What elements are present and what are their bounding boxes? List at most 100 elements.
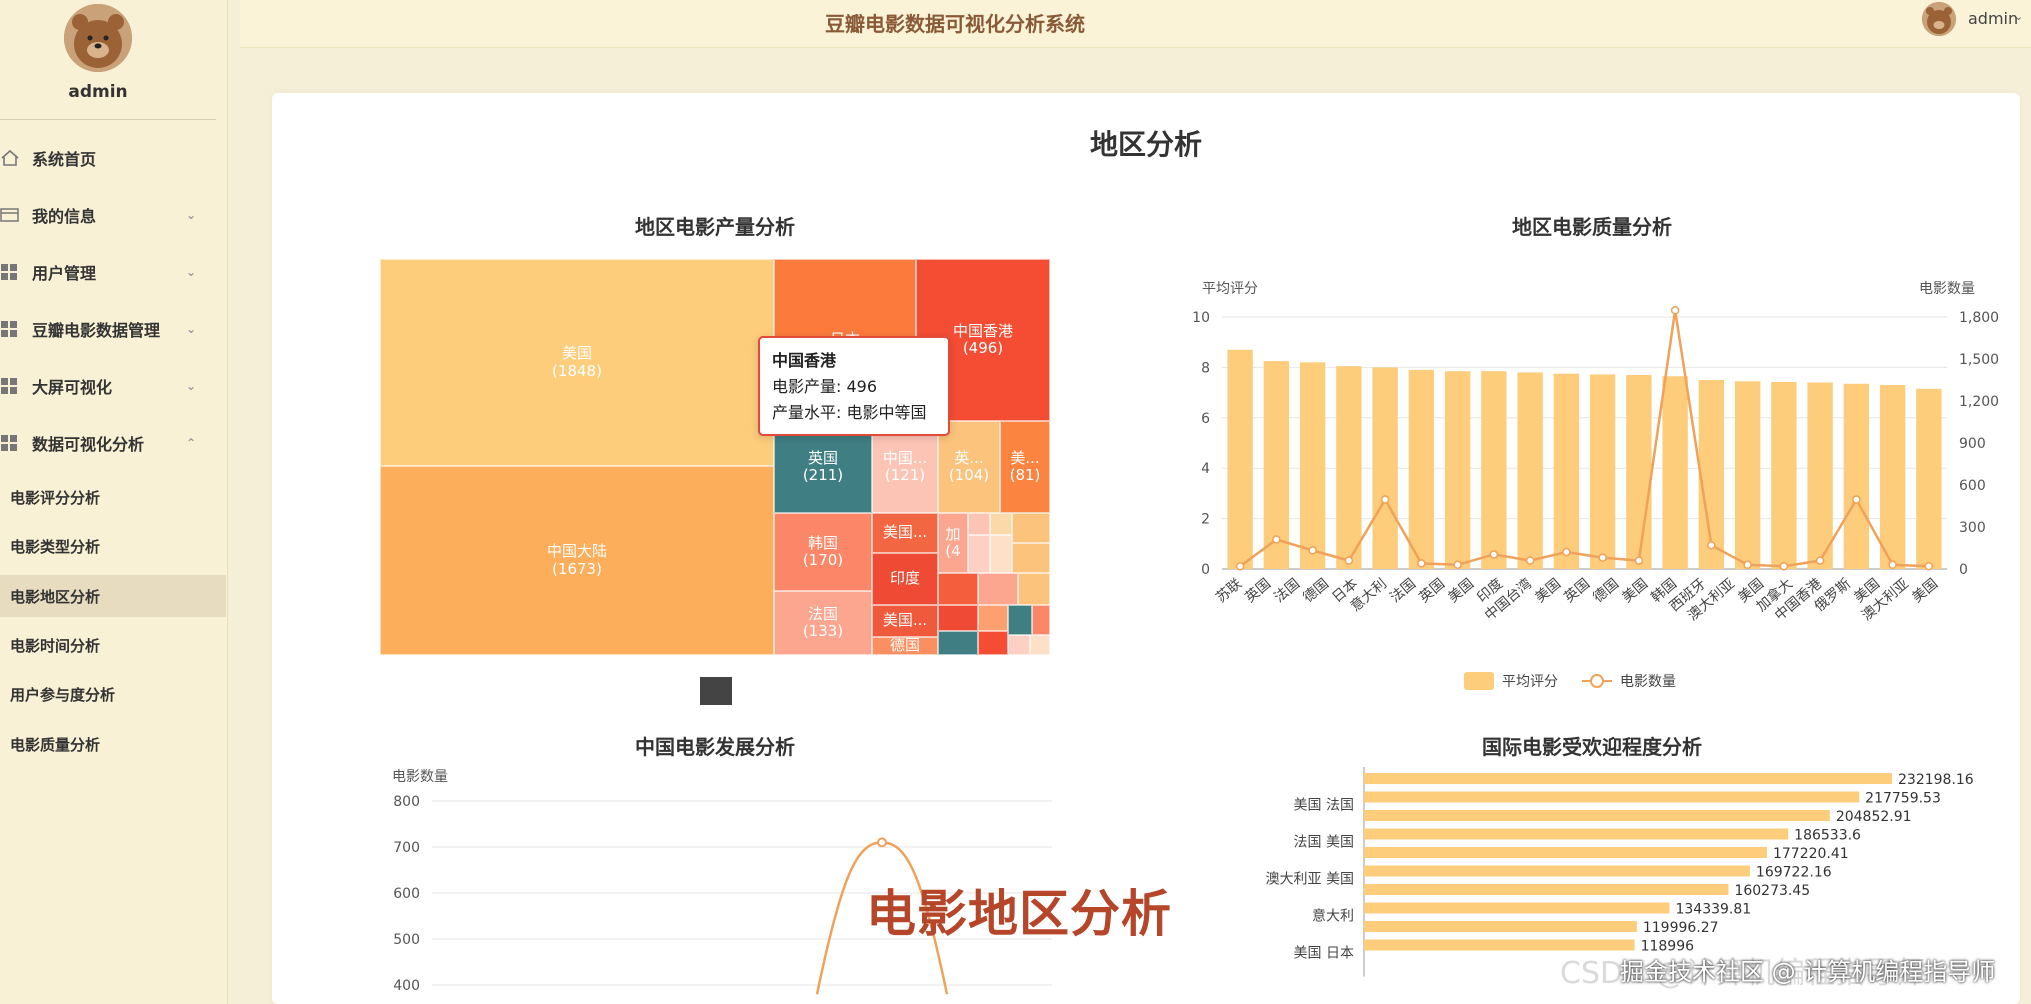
user-menu-chevron-icon[interactable]: ⌄	[2014, 10, 2023, 23]
menu-item-my-info[interactable]: 我的信息 ⌄	[0, 195, 200, 235]
treemap-cell[interactable]: 美... (81)	[1000, 421, 1050, 513]
legend-line-marker	[1590, 674, 1604, 688]
treemap-cell[interactable]: 中国大陆 (1673)	[380, 466, 774, 655]
treemap-cell-value: (4	[945, 542, 961, 560]
treemap-cell[interactable]: 法国 (133)	[774, 591, 872, 655]
treemap-cell-label: 英国	[807, 448, 838, 467]
treemap-cell-small[interactable]	[938, 573, 978, 605]
submenu-engagement-analysis[interactable]: 用户参与度分析	[0, 673, 226, 715]
count-point	[1417, 559, 1426, 568]
submenu-quality-analysis[interactable]: 电影质量分析	[0, 723, 226, 765]
menu-item-user-management[interactable]: 用户管理 ⌄	[0, 252, 200, 292]
treemap-cell-small[interactable]	[1012, 543, 1050, 573]
treemap-cell-small[interactable]	[1032, 605, 1050, 635]
avatar[interactable]	[64, 4, 132, 72]
treemap-cell-value: (1848)	[552, 361, 602, 380]
treemap-cell-value: (1673)	[552, 559, 602, 578]
treemap-cell-value: (170)	[802, 551, 844, 569]
popularity-bar	[1364, 921, 1637, 932]
region-production-treemap: 美国(1848)中国大陆(1673)日本中国香港(496)英国(211)中国..…	[380, 259, 1050, 655]
treemap-cell-value: (104)	[948, 466, 990, 484]
treemap-cell-small[interactable]	[968, 513, 990, 535]
treemap-cell-small[interactable]	[990, 513, 1012, 535]
treemap-breadcrumb-handle[interactable]	[700, 677, 732, 705]
treemap-cell-value: (133)	[802, 622, 844, 640]
submenu-region-analysis[interactable]: 电影地区分析	[0, 575, 226, 617]
count-point	[1489, 550, 1499, 559]
y2-tick-label: 900	[1959, 436, 1986, 452]
quality-bar	[1299, 362, 1326, 569]
y-axis-label: 平均评分	[1202, 281, 1258, 297]
treemap-cell-small[interactable]	[978, 631, 1008, 655]
menu-item-data-analysis[interactable]: 数据可视化分析 ⌃	[0, 423, 200, 463]
treemap-cell[interactable]: 德国	[872, 637, 938, 655]
quality-bar	[1843, 383, 1870, 569]
treemap-cell-small[interactable]	[938, 605, 978, 631]
count-point	[1743, 560, 1752, 570]
y-tick-label: 700	[393, 840, 420, 856]
chevron-down-icon: ⌄	[185, 322, 197, 336]
header-avatar[interactable]	[1922, 2, 1956, 36]
y-tick-label: 600	[393, 886, 420, 902]
treemap-cell-label: 美国	[561, 344, 592, 363]
grid-icon	[0, 377, 22, 395]
treemap-cell-small[interactable]	[1008, 605, 1032, 635]
legend-label: 电影数量	[1620, 674, 1676, 690]
legend-bar-swatch	[1464, 672, 1494, 690]
count-point	[1888, 560, 1897, 570]
tooltip-line-production: 电影产量: 496	[772, 377, 878, 396]
y-tick-label: 2	[1201, 512, 1210, 528]
treemap-cell-small[interactable]	[990, 535, 1012, 573]
x-tick-label: 英国	[1561, 575, 1593, 606]
count-point	[1670, 306, 1680, 315]
count-point	[1924, 561, 1934, 571]
popularity-bar	[1364, 791, 1860, 803]
x-tick-label: 美国	[1619, 576, 1651, 606]
y-tick-label: 4	[1201, 461, 1210, 477]
quality-bar	[1408, 369, 1435, 569]
treemap-cell-small[interactable]	[1030, 635, 1050, 655]
treemap-cell-small[interactable]	[978, 573, 1018, 605]
count-point	[1562, 547, 1571, 557]
home-icon	[0, 149, 22, 167]
treemap-cell-small[interactable]	[938, 631, 978, 655]
count-point	[1272, 535, 1281, 544]
submenu-genre-analysis[interactable]: 电影类型分析	[0, 525, 226, 567]
development-point	[877, 837, 887, 848]
menu-item-douban-data[interactable]: 豆瓣电影数据管理 ⌄	[0, 309, 200, 349]
quality-bar	[1734, 381, 1761, 569]
popularity-bar	[1364, 773, 1892, 784]
main-panel: 地区分析 地区电影产量分析 美国(1848)中国大陆(1673)日本中国香港(4…	[272, 93, 2020, 1004]
treemap-cell-value: (121)	[884, 466, 926, 484]
menu-item-big-screen[interactable]: 大屏可视化 ⌄	[0, 366, 200, 406]
treemap-cell-small[interactable]	[1012, 513, 1050, 543]
y2-tick-label: 300	[1959, 520, 1986, 536]
treemap-cell-small[interactable]	[968, 535, 990, 573]
popularity-bar	[1364, 865, 1750, 877]
treemap-cell-small[interactable]	[1018, 573, 1050, 605]
grid-icon	[0, 320, 22, 338]
quality-bar	[1517, 372, 1543, 569]
quality-bar	[1372, 367, 1398, 569]
count-point	[1344, 556, 1354, 565]
submenu-time-analysis[interactable]: 电影时间分析	[0, 624, 226, 666]
count-point	[1852, 495, 1861, 504]
treemap-cell[interactable]: 韩国 (170)	[774, 513, 872, 591]
menu-item-home[interactable]: 系统首页	[0, 138, 200, 178]
header-username[interactable]: admin	[1968, 9, 2018, 28]
treemap-cell-small[interactable]	[978, 605, 1008, 631]
quality-bar	[1771, 382, 1797, 569]
bear-avatar-icon	[1922, 2, 1956, 36]
submenu-rating-analysis[interactable]: 电影评分分析	[0, 476, 226, 518]
count-point	[1453, 560, 1462, 570]
treemap-cell[interactable]: 加 (4	[938, 513, 968, 573]
treemap-cell[interactable]: 美国...	[872, 513, 938, 553]
treemap-cell[interactable]: 美国...	[872, 605, 938, 637]
treemap-cell[interactable]: 美国 (1848)	[380, 259, 774, 466]
count-point	[1380, 495, 1390, 504]
treemap-cell[interactable]: 印度	[872, 553, 938, 605]
treemap-cell-label: 中国大陆	[546, 542, 607, 561]
category-label: 法国 美国	[1294, 835, 1354, 851]
treemap-cell-small[interactable]	[1008, 635, 1030, 655]
legend-label: 平均评分	[1502, 674, 1558, 690]
